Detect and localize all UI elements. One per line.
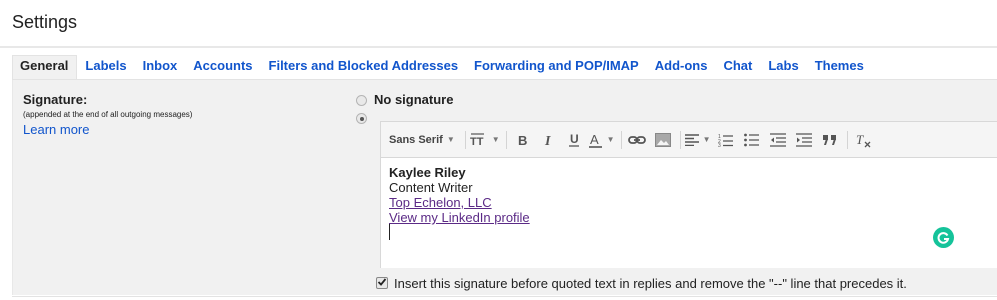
svg-text:I: I	[544, 134, 551, 147]
font-family-label: Sans Serif	[389, 133, 443, 146]
toolbar-separator	[464, 130, 466, 149]
link-button[interactable]	[626, 129, 648, 151]
tab-labels[interactable]: Labels	[77, 55, 134, 79]
signature-note: (appended at the end of all outgoing mes…	[23, 110, 193, 119]
text-color-icon: A	[588, 132, 603, 148]
link-icon	[627, 134, 646, 146]
bold-button[interactable]: B	[511, 129, 533, 151]
quote-icon	[822, 134, 837, 146]
formatting-toolbar: Sans Serif ▼ TT ▼ B I U A ▼ ▼ 1 2 3 T	[381, 122, 997, 157]
svg-text:T: T	[856, 132, 864, 147]
signature-text-area[interactable]: Kaylee Riley Content Writer Top Echelon,…	[381, 157, 997, 268]
tab-inbox[interactable]: Inbox	[135, 55, 186, 79]
signature-label: Signature:	[23, 92, 88, 107]
tab-add-ons[interactable]: Add-ons	[647, 55, 716, 79]
no-signature-radio[interactable]	[356, 95, 367, 106]
grammarly-icon[interactable]	[933, 227, 954, 248]
signature-role-line: Content Writer	[389, 180, 473, 195]
chevron-down-icon: ▼	[702, 135, 711, 144]
remove-formatting-icon: T	[855, 132, 871, 148]
indent-more-icon	[795, 132, 812, 147]
text-size-icon: TT	[470, 132, 488, 147]
tab-themes[interactable]: Themes	[807, 55, 872, 79]
underline-icon: U	[568, 132, 580, 147]
title-divider	[0, 46, 997, 48]
bulleted-list-button[interactable]	[741, 129, 763, 151]
tab-accounts[interactable]: Accounts	[185, 55, 260, 79]
remove-formatting-button[interactable]: T	[852, 129, 874, 151]
signature-linkedin-link[interactable]: View my LinkedIn profile	[389, 210, 530, 225]
numbered-list-icon: 123	[718, 133, 734, 147]
text-cursor	[389, 224, 390, 240]
settings-tabs: General Labels Inbox Accounts Filters an…	[12, 55, 997, 79]
chevron-down-icon: ▼	[606, 135, 615, 144]
insert-before-quoted-checkbox[interactable]	[376, 277, 388, 289]
numbered-list-button[interactable]: 123	[715, 129, 737, 151]
toolbar-separator	[620, 130, 622, 149]
tab-general[interactable]: General	[12, 55, 78, 79]
font-family-dropdown[interactable]: Sans Serif ▼	[385, 129, 459, 151]
image-icon	[654, 132, 671, 147]
svg-text:B: B	[518, 133, 527, 147]
toolbar-separator	[846, 130, 848, 149]
learn-more-link[interactable]: Learn more	[23, 122, 89, 137]
signature-editor: Sans Serif ▼ TT ▼ B I U A ▼ ▼ 1 2 3 T Ka…	[380, 121, 997, 268]
underline-button[interactable]: U	[563, 129, 585, 151]
indent-less-button[interactable]	[767, 129, 789, 151]
text-color-button[interactable]: A ▼	[588, 129, 615, 151]
tab-chat[interactable]: Chat	[715, 55, 760, 79]
svg-text:A: A	[590, 132, 599, 147]
bulleted-list-icon	[743, 133, 760, 147]
insert-image-button[interactable]	[652, 129, 674, 151]
panel-divider	[12, 296, 997, 300]
toolbar-separator	[679, 130, 681, 149]
svg-text:U: U	[570, 132, 579, 146]
align-icon	[684, 133, 699, 146]
checkmark-icon	[377, 274, 387, 292]
italic-button[interactable]: I	[537, 129, 559, 151]
signature-name-line: Kaylee Riley	[389, 165, 466, 180]
text-size-button[interactable]: TT ▼	[470, 129, 500, 151]
no-signature-label[interactable]: No signature	[374, 92, 453, 107]
svg-text:TT: TT	[470, 136, 484, 147]
indent-more-button[interactable]	[793, 129, 815, 151]
indent-less-icon	[769, 132, 786, 147]
custom-signature-radio[interactable]	[356, 113, 367, 124]
quote-button[interactable]	[819, 129, 841, 151]
bold-icon: B	[516, 133, 528, 147]
tab-labs[interactable]: Labs	[760, 55, 806, 79]
signature-company-link[interactable]: Top Echelon, LLC	[389, 195, 492, 210]
tab-forwarding[interactable]: Forwarding and POP/IMAP	[466, 55, 647, 79]
chevron-down-icon: ▼	[446, 135, 455, 144]
toolbar-separator	[505, 130, 507, 149]
insert-before-quoted-label[interactable]: Insert this signature before quoted text…	[394, 276, 907, 291]
align-button[interactable]: ▼	[684, 129, 711, 151]
page-title: Settings	[12, 12, 78, 32]
chevron-down-icon: ▼	[491, 135, 500, 144]
italic-icon: I	[542, 133, 554, 147]
tab-filters[interactable]: Filters and Blocked Addresses	[261, 55, 467, 79]
svg-text:3: 3	[718, 143, 721, 147]
